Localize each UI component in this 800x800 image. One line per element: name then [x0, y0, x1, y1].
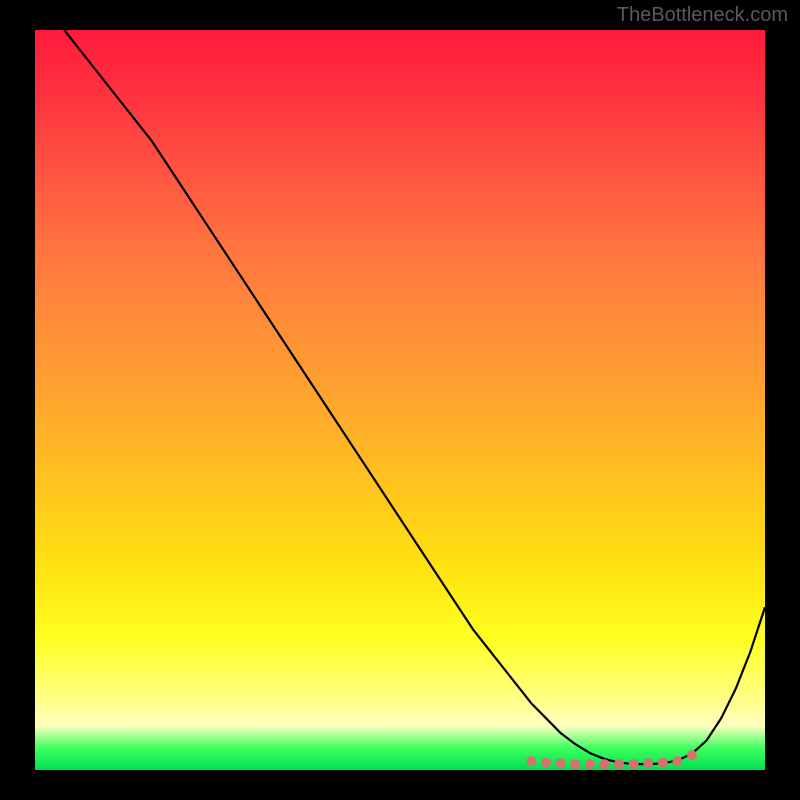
bottom-dot — [629, 759, 639, 769]
bottom-dot — [570, 759, 580, 769]
plot-area — [35, 30, 765, 770]
main-curve — [64, 30, 765, 764]
bottom-dot — [599, 759, 609, 769]
bottom-dot — [687, 750, 697, 760]
bottom-dot — [658, 758, 668, 768]
bottom-dot — [585, 759, 595, 769]
watermark-text: TheBottleneck.com — [617, 4, 788, 27]
bottom-dot — [643, 758, 653, 768]
bottom-dot — [526, 756, 536, 766]
chart-svg — [35, 30, 765, 770]
bottom-dot — [541, 758, 551, 768]
bottom-dot — [556, 758, 566, 768]
bottom-dot — [614, 759, 624, 769]
bottom-dot — [672, 756, 682, 766]
